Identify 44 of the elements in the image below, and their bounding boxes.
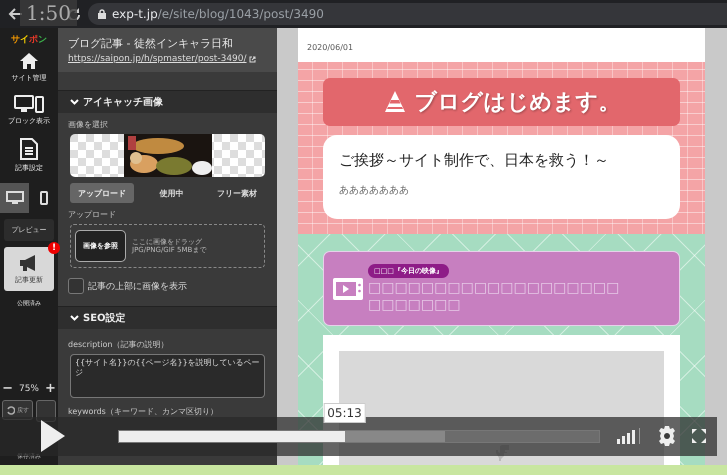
- checkbox-label: 記事の上部に画像を表示: [88, 280, 187, 292]
- field-label: description（記事の説明）: [67, 339, 170, 350]
- description-field[interactable]: {{サイト名}}の{{ページ名}}を説明しているページ: [70, 354, 265, 398]
- time-tooltip: 05:13: [323, 403, 366, 423]
- play-button[interactable]: [40, 419, 66, 453]
- field-label: 画像を選択: [67, 119, 109, 130]
- alert-badge: !: [48, 242, 60, 254]
- article-link[interactable]: https://saipon.jp/h/spmaster/post-3490/: [68, 54, 256, 64]
- greeting-title: ご挨拶～サイト制作で、日本を救う！～: [339, 151, 610, 170]
- banner-title: ブログはじめます。: [414, 89, 620, 117]
- desktop-view-toggle[interactable]: [0, 183, 29, 213]
- url-text: exp-t.jp/e/site/blog/1043/post/3490: [112, 7, 324, 21]
- address-bar[interactable]: exp-t.jp/e/site/blog/1043/post/3490: [88, 3, 727, 25]
- field-label: アップロード: [67, 209, 117, 220]
- monitor-icon: [6, 191, 24, 205]
- field-label: keywords（キーワード、カンマ区切り）: [67, 406, 219, 417]
- zoom-level: 75%: [18, 384, 39, 394]
- article-title: ブログ記事 - 徒然インキャラ日和: [68, 36, 234, 51]
- cone-icon: [382, 90, 406, 114]
- house-icon: [19, 52, 39, 70]
- lock-icon: [98, 9, 106, 19]
- post-date: 2020/06/01: [306, 42, 354, 54]
- fullscreen-icon[interactable]: [691, 428, 707, 444]
- devices-icon: [14, 95, 44, 113]
- video-title: □□□□□□□□□□□□□□□□□□□□□□□□□□: [368, 280, 620, 313]
- undo-icon: [6, 406, 15, 414]
- checkbox[interactable]: [68, 278, 84, 294]
- section-header[interactable]: アイキャッチ画像: [58, 90, 277, 113]
- progress-track[interactable]: [118, 430, 600, 443]
- volume-bars-icon[interactable]: [617, 428, 643, 444]
- time-overlay: 1:50: [20, 0, 77, 26]
- image-source-tab[interactable]: フリー素材: [209, 183, 265, 203]
- zoom-in-button[interactable]: +: [45, 381, 56, 396]
- settings-icon[interactable]: [657, 426, 677, 446]
- logo: サイポン: [11, 34, 47, 46]
- phone-icon: [40, 191, 48, 205]
- greeting-text: あああああああ: [339, 184, 410, 197]
- image-source-tab[interactable]: アップロード: [70, 183, 134, 203]
- section-header[interactable]: SEO設定: [58, 306, 277, 329]
- image-source-tab[interactable]: 使用中: [152, 183, 192, 203]
- document-icon: [20, 138, 38, 160]
- video-player-icon: [332, 276, 364, 300]
- zoom-out-button[interactable]: −: [2, 381, 13, 396]
- external-link-icon: [248, 56, 256, 62]
